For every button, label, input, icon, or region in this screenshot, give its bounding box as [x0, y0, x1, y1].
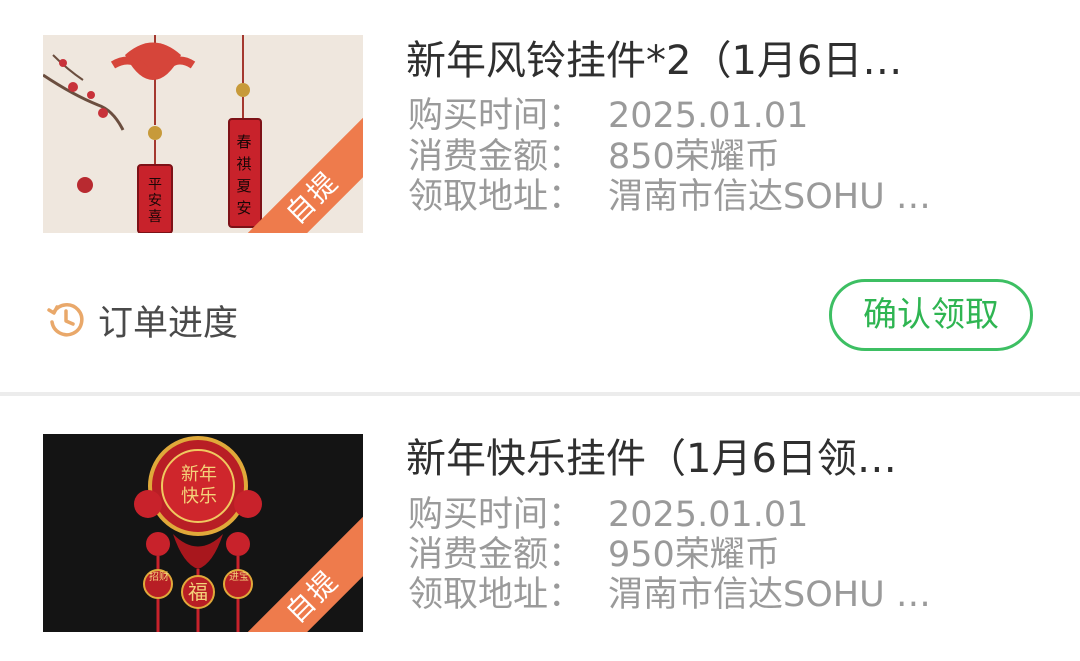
chime-right-label: 春祺夏安 — [236, 133, 252, 217]
chime-left-label: 平安喜 — [148, 177, 162, 225]
clock-history-icon — [47, 303, 84, 337]
purchase-time-label: 购买时间： — [408, 495, 584, 535]
cost-label: 消费金额： — [408, 137, 584, 177]
cost-label: 消费金额： — [408, 535, 584, 575]
order-card[interactable]: 新年快乐 招财 福 进宝 自提 新年快乐挂件（1月6日领… 购买时间： 2025.… — [0, 396, 1080, 661]
cost-value: 950荣耀币 — [608, 535, 780, 575]
product-title[interactable]: 新年风铃挂件*2（1月6日… — [406, 36, 986, 86]
ornament-mid-label: 福 — [188, 580, 208, 604]
address-row: 领取地址： 渭南市信达SOHU … — [408, 574, 931, 616]
order-progress-label: 订单进度 — [98, 303, 239, 344]
order-card[interactable]: 平安喜 春祺夏安 自提 新年风铃挂件*2（1月6日… 购买时间： 2025.01.… — [0, 0, 1080, 392]
cost-row: 消费金额： 850荣耀币 — [408, 136, 780, 178]
order-progress-link[interactable]: 订单进度 — [46, 296, 238, 344]
product-image[interactable]: 新年快乐 招财 福 进宝 自提 — [43, 434, 363, 632]
purchase-time-value: 2025.01.01 — [608, 96, 809, 136]
address-value: 渭南市信达SOHU … — [608, 177, 931, 217]
product-image[interactable]: 平安喜 春祺夏安 自提 — [43, 35, 363, 233]
product-title[interactable]: 新年快乐挂件（1月6日领… — [406, 434, 986, 484]
ornament-right-label: 进宝 — [229, 572, 249, 583]
cost-value: 850荣耀币 — [608, 137, 780, 177]
purchase-time-value: 2025.01.01 — [608, 495, 809, 535]
address-row: 领取地址： 渭南市信达SOHU … — [408, 176, 931, 218]
address-label: 领取地址： — [408, 177, 584, 217]
purchase-time-row: 购买时间： 2025.01.01 — [408, 494, 808, 536]
purchase-time-label: 购买时间： — [408, 96, 584, 136]
confirm-pickup-button[interactable]: 确认领取 — [829, 279, 1033, 351]
ornament-center-label: 新年快乐 — [181, 464, 217, 507]
address-value: 渭南市信达SOHU … — [608, 575, 931, 615]
purchase-time-row: 购买时间： 2025.01.01 — [408, 95, 808, 137]
address-label: 领取地址： — [408, 575, 584, 615]
ornament-left-label: 招财 — [149, 572, 169, 583]
cost-row: 消费金额： 950荣耀币 — [408, 534, 780, 576]
